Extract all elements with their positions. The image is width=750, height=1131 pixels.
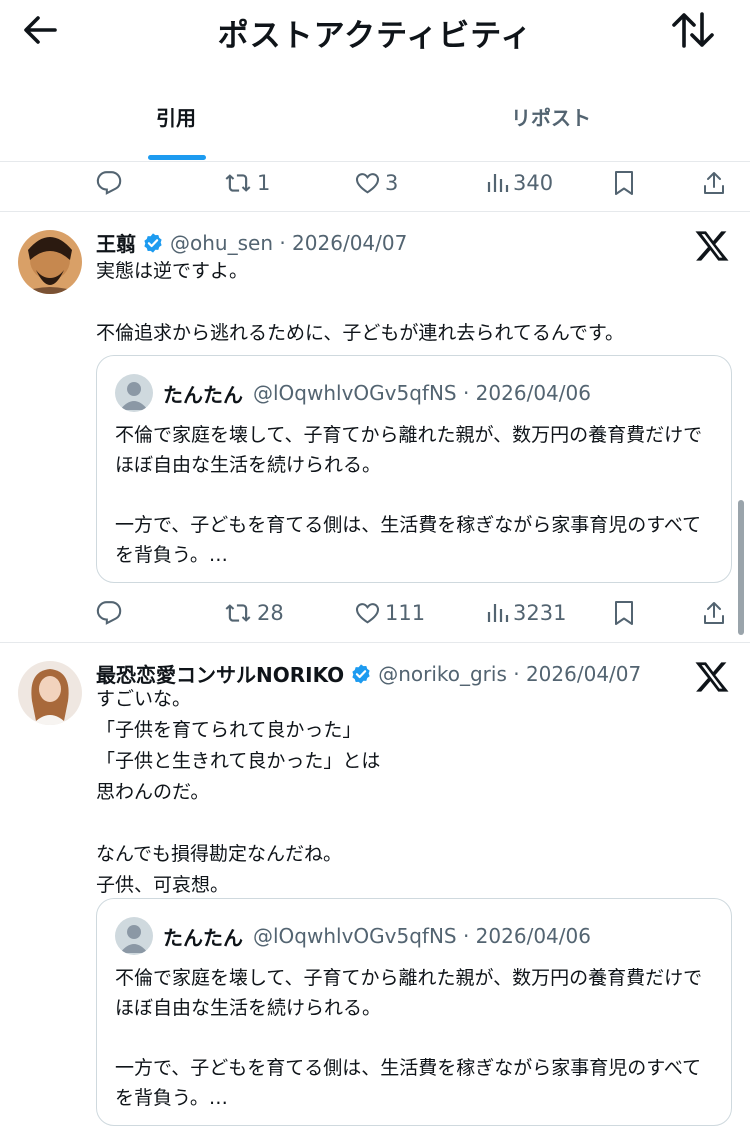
quoted-handle-and-date: @lOqwhlvOGv5qfNS · 2026/04/06: [253, 924, 591, 948]
share-icon: [704, 602, 724, 624]
repost-button[interactable]: 1: [223, 163, 270, 203]
tab-bar: 引用 リポスト: [0, 90, 750, 162]
heart-icon: [355, 173, 380, 194]
share-button[interactable]: [702, 163, 726, 203]
views-count: 340: [513, 171, 554, 195]
repost-count: 1: [257, 171, 271, 195]
scrollbar[interactable]: [738, 500, 744, 635]
reply-button[interactable]: [96, 593, 122, 633]
avatar-portrait: [18, 661, 82, 725]
quoted-author-name: たんたん: [163, 382, 243, 407]
like-count: 111: [385, 601, 426, 625]
share-button[interactable]: [702, 593, 726, 633]
reply-icon: [96, 601, 122, 625]
default-avatar-icon: [115, 374, 153, 412]
bookmark-icon: [615, 171, 633, 195]
post-item[interactable]: 最恐恋愛コンサルNORIKO @noriko_gris · 2026/04/07…: [0, 643, 750, 1131]
bookmark-button[interactable]: [612, 593, 636, 633]
like-button[interactable]: 3: [354, 163, 398, 203]
sort-button[interactable]: [668, 8, 718, 52]
heart-icon: [355, 603, 380, 624]
avatar[interactable]: [18, 661, 82, 725]
tab-quotes[interactable]: 引用: [156, 102, 196, 131]
bookmark-icon: [615, 601, 633, 625]
avatar[interactable]: [18, 230, 82, 294]
header-bar: ポストアクティビティ: [0, 0, 750, 62]
repost-count: 28: [257, 601, 284, 625]
page-title: ポストアクティビティ: [217, 18, 533, 54]
author-name[interactable]: 王翦: [96, 228, 136, 257]
post-action-bar: 1 3 340: [0, 163, 750, 203]
quoted-post-text: 不倫で家庭を壊して、子育てから離れた親が、数万円の養育費だけでほぼ自由な生活を続…: [115, 424, 703, 566]
post-text: すごいな。 「子供を育てられて良かった」 「子供と生きれて良かった」とは 思わん…: [96, 688, 381, 896]
repost-icon: [225, 174, 251, 192]
verified-badge-icon: [142, 232, 164, 254]
active-tab-indicator: [148, 155, 206, 160]
like-count: 3: [385, 171, 399, 195]
post-item[interactable]: 王翦 @ohu_sen · 2026/04/07 実態は逆ですよ。 不倫追求から…: [0, 212, 750, 642]
handle-and-date[interactable]: @noriko_gris · 2026/04/07: [378, 662, 641, 686]
views-button[interactable]: 340: [485, 163, 553, 203]
quoted-post-header: たんたん @lOqwhlvOGv5qfNS · 2026/04/06: [115, 917, 591, 955]
post-text: 実態は逆ですよ。 不倫追求から逃れるために、子どもが連れ去られてるんです。: [96, 260, 625, 344]
views-count: 3231: [513, 601, 567, 625]
quoted-handle-and-date: @lOqwhlvOGv5qfNS · 2026/04/06: [253, 381, 591, 405]
reply-button[interactable]: [96, 163, 122, 203]
like-button[interactable]: 111: [354, 593, 425, 633]
views-button[interactable]: 3231: [485, 593, 566, 633]
quoted-post[interactable]: たんたん @lOqwhlvOGv5qfNS · 2026/04/06 不倫で家庭…: [96, 355, 732, 583]
handle-and-date[interactable]: @ohu_sen · 2026/04/07: [170, 231, 407, 255]
views-chart-icon: [487, 604, 509, 622]
tab-reposts[interactable]: リポスト: [511, 102, 591, 131]
post-header: 王翦 @ohu_sen · 2026/04/07: [96, 228, 407, 257]
quoted-post-text: 不倫で家庭を壊して、子育てから離れた親が、数万円の養育費だけでほぼ自由な生活を続…: [115, 967, 703, 1109]
quoted-post-header: たんたん @lOqwhlvOGv5qfNS · 2026/04/06: [115, 374, 591, 412]
views-chart-icon: [487, 174, 509, 192]
default-avatar-icon: [115, 917, 153, 955]
verified-badge-icon: [350, 663, 372, 685]
repost-icon: [225, 604, 251, 622]
repost-button[interactable]: 28: [223, 593, 284, 633]
reply-icon: [96, 171, 122, 195]
post-action-bar: 28 111 3231: [0, 593, 750, 633]
avatar-portrait: [18, 230, 82, 294]
bookmark-button[interactable]: [612, 163, 636, 203]
quoted-author-name: たんたん: [163, 925, 243, 950]
sort-arrows-icon: [672, 12, 714, 48]
share-icon: [704, 172, 724, 194]
quoted-post[interactable]: たんたん @lOqwhlvOGv5qfNS · 2026/04/06 不倫で家庭…: [96, 898, 732, 1126]
